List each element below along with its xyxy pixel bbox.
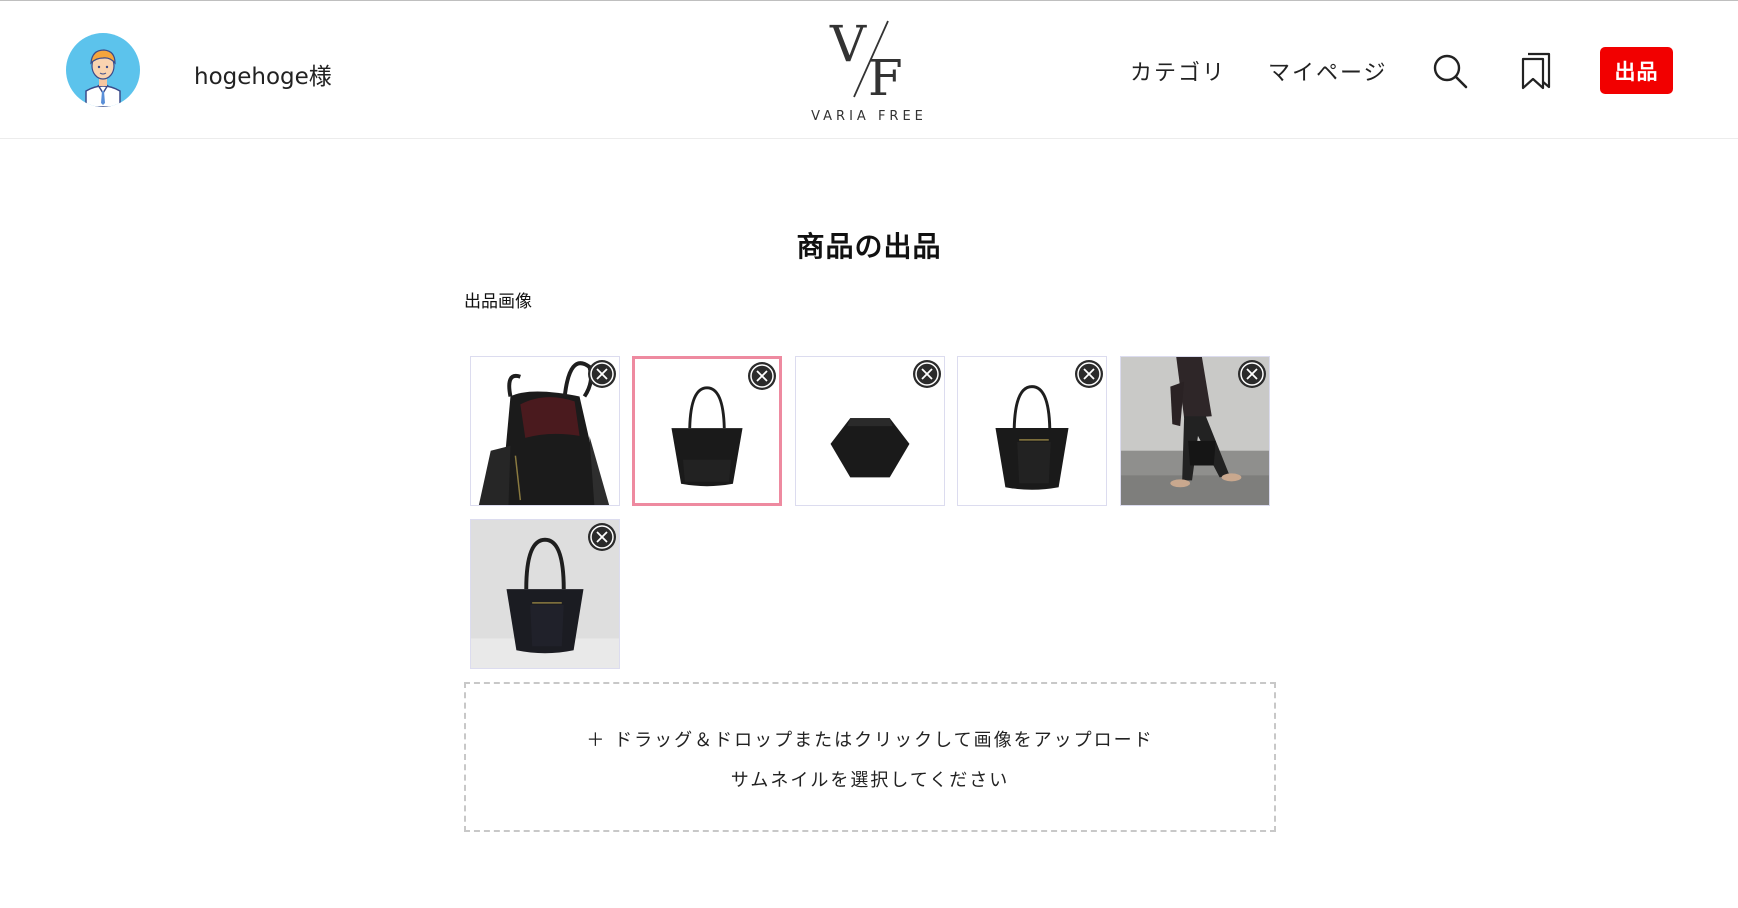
- images-label: 出品画像: [464, 292, 532, 312]
- dropzone-thumbnail-hint: サムネイルを選択してください: [730, 770, 1010, 791]
- close-circle-icon: [590, 362, 614, 386]
- svg-text:V: V: [829, 15, 867, 73]
- header: hogehoge様 V F VARIA FREE カテゴリ マイページ 出品: [0, 1, 1738, 139]
- logo-text: VARIA FREE: [811, 109, 927, 124]
- image-thumbnail[interactable]: [470, 519, 620, 669]
- site-logo[interactable]: V F VARIA FREE: [796, 11, 942, 129]
- nav-mypage[interactable]: マイページ: [1268, 55, 1388, 87]
- close-circle-icon: [750, 364, 774, 388]
- remove-image-button[interactable]: [588, 523, 616, 551]
- close-circle-icon: [915, 362, 939, 386]
- image-thumbnail[interactable]: [470, 356, 620, 506]
- bookmark-button[interactable]: [1520, 52, 1552, 90]
- bookmark-icon: [1521, 52, 1551, 90]
- close-circle-icon: [1240, 362, 1264, 386]
- image-thumbnail[interactable]: [1120, 356, 1270, 506]
- remove-image-button[interactable]: [748, 362, 776, 390]
- close-circle-icon: [590, 525, 614, 549]
- search-button[interactable]: [1432, 53, 1468, 89]
- nav-category[interactable]: カテゴリ: [1130, 55, 1226, 87]
- image-upload-dropzone[interactable]: ＋ ドラッグ＆ドロップまたはクリックして画像をアップロード サムネイルを選択して…: [464, 682, 1276, 832]
- image-thumbnail[interactable]: [957, 356, 1107, 506]
- search-icon: [1433, 54, 1468, 89]
- image-thumbnail[interactable]: [795, 356, 945, 506]
- user-avatar-icon: [85, 49, 121, 107]
- image-thumbnail-selected[interactable]: [632, 356, 782, 506]
- remove-image-button[interactable]: [1075, 360, 1103, 388]
- remove-image-button[interactable]: [588, 360, 616, 388]
- close-circle-icon: [1077, 362, 1101, 386]
- svg-text:F: F: [868, 49, 903, 103]
- remove-image-button[interactable]: [1238, 360, 1266, 388]
- sell-button[interactable]: 出品: [1600, 47, 1673, 94]
- dropzone-instruction: ＋ ドラッグ＆ドロップまたはクリックして画像をアップロード: [586, 730, 1154, 751]
- avatar[interactable]: [66, 33, 140, 107]
- username[interactable]: hogehoge様: [194, 57, 332, 91]
- remove-image-button[interactable]: [913, 360, 941, 388]
- page: hogehoge様 V F VARIA FREE カテゴリ マイページ 出品 商…: [0, 0, 1738, 908]
- page-title: 商品の出品: [796, 230, 942, 263]
- vf-logo-icon: V F: [829, 15, 903, 103]
